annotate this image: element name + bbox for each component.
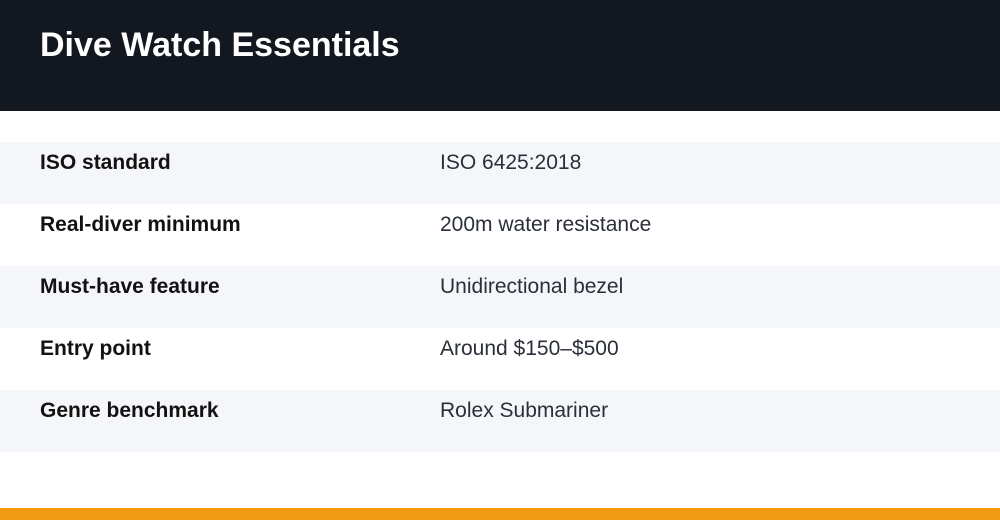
accent-bar [0, 508, 1000, 520]
spec-value: ISO 6425:2018 [440, 151, 582, 174]
spec-row-real-diver-minimum: Real-diver minimum 200m water resistance [0, 204, 1000, 266]
spec-label: Real-diver minimum [40, 213, 241, 236]
page-title: Dive Watch Essentials [40, 26, 400, 64]
spec-label: Must-have feature [40, 275, 220, 298]
spec-value: Unidirectional bezel [440, 275, 624, 298]
spec-label: ISO standard [40, 151, 171, 174]
spec-label: Genre benchmark [40, 399, 219, 422]
spec-row-entry-point: Entry point Around $150–$500 [0, 328, 1000, 390]
spec-label: Entry point [40, 337, 151, 360]
page-header: Dive Watch Essentials [0, 0, 1000, 111]
spec-row-genre-benchmark: Genre benchmark Rolex Submariner [0, 390, 1000, 452]
spec-value: Around $150–$500 [440, 337, 619, 360]
spec-row-must-have-feature: Must-have feature Unidirectional bezel [0, 266, 1000, 328]
spec-row-iso-standard: ISO standard ISO 6425:2018 [0, 142, 1000, 204]
spec-value: Rolex Submariner [440, 399, 609, 422]
spec-table: ISO standard ISO 6425:2018 Real-diver mi… [0, 142, 1000, 452]
spec-value: 200m water resistance [440, 213, 652, 236]
